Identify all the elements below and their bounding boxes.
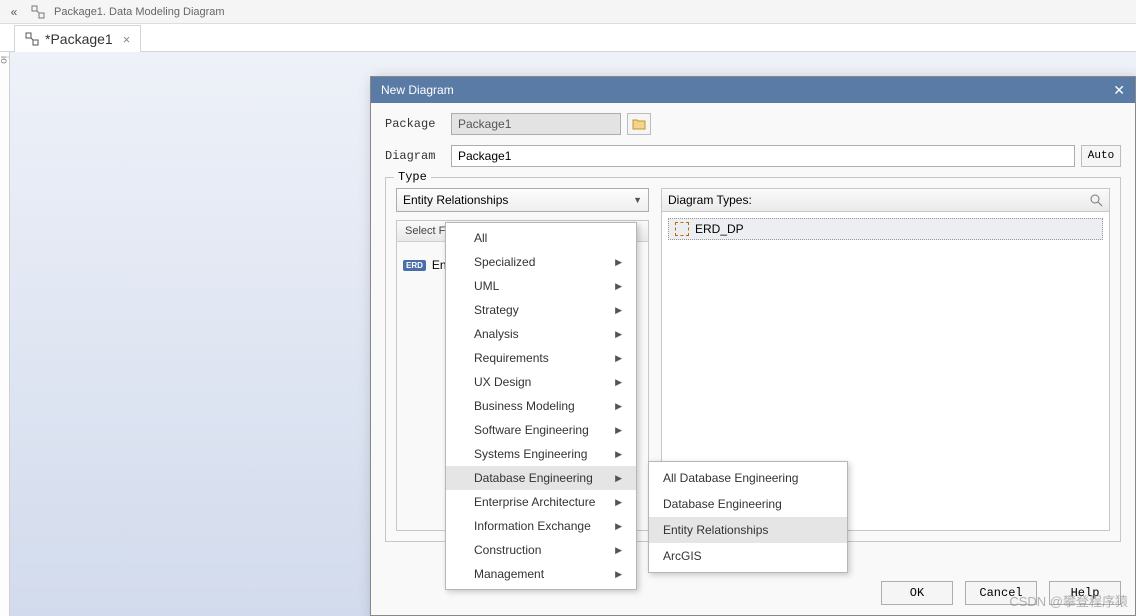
chevron-right-icon: ▶ [615,545,622,556]
tab-title: *Package1 [45,31,113,47]
menu-item-software-engineering[interactable]: Software Engineering▶ [446,418,636,442]
chevron-right-icon: ▶ [615,377,622,388]
chevron-right-icon: ▶ [615,281,622,292]
type-dropdown[interactable]: Entity Relationships ▼ [396,188,649,212]
help-button[interactable]: Help [1049,581,1121,605]
breadcrumb: Package1. Data Modeling Diagram [54,6,225,18]
chevron-right-icon: ▶ [615,521,622,532]
chevron-right-icon: ▶ [615,329,622,340]
diagram-types-label: Diagram Types: [668,193,752,207]
dialog-title: New Diagram [381,83,454,97]
erd-icon: ERD [403,260,426,271]
menu-item-analysis[interactable]: Analysis▶ [446,322,636,346]
chevron-right-icon: ▶ [615,497,622,508]
ok-button[interactable]: OK [881,581,953,605]
diagram-type-icon [675,222,689,236]
submenu-item-db-engineering[interactable]: Database Engineering [649,491,847,517]
chevron-right-icon: ▶ [615,401,622,412]
chevron-right-icon: ▶ [615,473,622,484]
menu-item-information-exchange[interactable]: Information Exchange▶ [446,514,636,538]
collapse-icon[interactable]: « [6,4,22,20]
type-category-menu: All Specialized▶ UML▶ Strategy▶ Analysis… [445,222,637,590]
menu-item-enterprise-architecture[interactable]: Enterprise Architecture▶ [446,490,636,514]
tab-diagram-icon [25,32,39,46]
chevron-right-icon: ▶ [615,569,622,580]
diagram-label: Diagram [385,149,445,163]
left-panel-strip[interactable]: io [0,52,10,616]
menu-item-systems-engineering[interactable]: Systems Engineering▶ [446,442,636,466]
top-toolbar: « Package1. Data Modeling Diagram [0,0,1136,24]
menu-item-all[interactable]: All [446,226,636,250]
diagram-icon[interactable] [30,4,46,20]
dialog-close-icon[interactable]: ✕ [1113,82,1125,99]
close-icon[interactable]: × [123,32,131,47]
submenu-item-all-db[interactable]: All Database Engineering [649,465,847,491]
diagram-type-item[interactable]: ERD_DP [668,218,1103,240]
chevron-right-icon: ▶ [615,353,622,364]
menu-item-business-modeling[interactable]: Business Modeling▶ [446,394,636,418]
type-dropdown-value: Entity Relationships [403,193,508,207]
dialog-titlebar[interactable]: New Diagram ✕ [371,77,1135,103]
browse-package-button[interactable] [627,113,651,135]
menu-item-database-engineering[interactable]: Database Engineering▶ [446,466,636,490]
diagram-type-label: ERD_DP [695,222,744,236]
auto-button[interactable]: Auto [1081,145,1121,167]
dialog-buttons: OK Cancel Help [881,581,1121,605]
chevron-right-icon: ▶ [615,449,622,460]
tab-bar: *Package1 × [0,24,1136,52]
menu-item-strategy[interactable]: Strategy▶ [446,298,636,322]
submenu-item-arcgis[interactable]: ArcGIS [649,543,847,569]
diagram-types-header: Diagram Types: [661,188,1110,211]
search-icon[interactable] [1090,194,1103,207]
tab-package1[interactable]: *Package1 × [14,25,141,52]
chevron-right-icon: ▶ [615,425,622,436]
menu-item-construction[interactable]: Construction▶ [446,538,636,562]
package-label: Package [385,117,445,131]
folder-icon [632,118,646,130]
chevron-down-icon: ▼ [633,195,642,205]
cancel-button[interactable]: Cancel [965,581,1037,605]
database-engineering-submenu: All Database Engineering Database Engine… [648,461,848,573]
menu-item-uxdesign[interactable]: UX Design▶ [446,370,636,394]
menu-item-management[interactable]: Management▶ [446,562,636,586]
chevron-right-icon: ▶ [615,305,622,316]
chevron-right-icon: ▶ [615,257,622,268]
menu-item-requirements[interactable]: Requirements▶ [446,346,636,370]
submenu-item-entity-relationships[interactable]: Entity Relationships [649,517,847,543]
menu-item-specialized[interactable]: Specialized▶ [446,250,636,274]
package-input [451,113,621,135]
diagram-name-input[interactable] [451,145,1075,167]
type-legend: Type [394,170,431,184]
menu-item-uml[interactable]: UML▶ [446,274,636,298]
